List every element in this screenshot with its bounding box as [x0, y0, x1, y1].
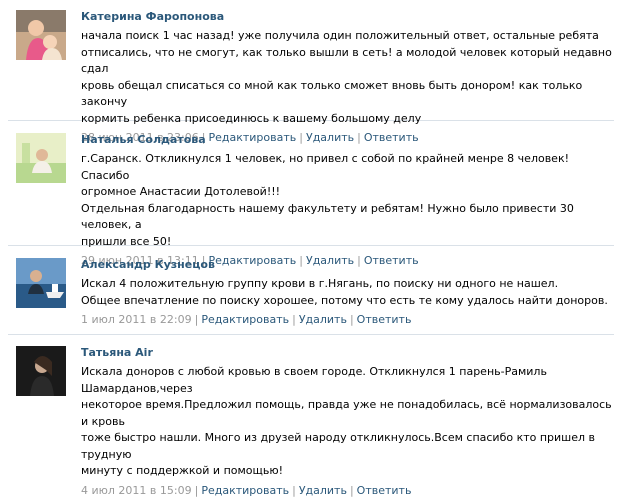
author-name[interactable]: Александр Кузнецов: [81, 258, 614, 272]
comment-date: 1 июл 2011 в 22:09: [81, 313, 192, 326]
author-name[interactable]: Татьяна Air: [81, 346, 614, 360]
avatar[interactable]: [16, 346, 66, 396]
edit-link[interactable]: Редактировать: [201, 484, 289, 497]
avatar[interactable]: [16, 133, 66, 183]
comment-text: начала поиск 1 час назад! уже получила о…: [81, 29, 612, 125]
comment-item: Наталья Солдатова г.Саранск. Откликнулся…: [8, 133, 614, 267]
comment-item: Татьяна Air Искала доноров с любой кровь…: [8, 346, 614, 497]
avatar[interactable]: [16, 10, 66, 60]
comment-body: Наталья Солдатова г.Саранск. Откликнулся…: [81, 133, 614, 268]
delete-link[interactable]: Удалить: [299, 484, 347, 497]
reply-link[interactable]: Ответить: [357, 313, 412, 326]
author-name[interactable]: Наталья Солдатова: [81, 133, 614, 147]
comment-text: г.Саранск. Откликнулся 1 человек, но при…: [81, 152, 574, 248]
comment-body: Александр Кузнецов Искал 4 положительную…: [81, 258, 614, 327]
delete-link[interactable]: Удалить: [299, 313, 347, 326]
comment-item: Катерина Фаропонова начала поиск 1 час н…: [8, 10, 614, 144]
reply-link[interactable]: Ответить: [357, 484, 412, 497]
separator: |: [194, 313, 199, 326]
comment-meta: 4 июл 2011 в 15:09 | Редактировать | Удалить…: [81, 484, 614, 498]
comments-list: Катерина Фаропонова начала поиск 1 час н…: [0, 0, 633, 497]
avatar[interactable]: [16, 258, 66, 308]
comment-item: Александр Кузнецов Искал 4 положительную…: [8, 258, 614, 335]
edit-link[interactable]: Редактировать: [201, 313, 289, 326]
comment-meta: 1 июл 2011 в 22:09 | Редактировать | Удалить…: [81, 313, 614, 327]
comment-body: Катерина Фаропонова начала поиск 1 час н…: [81, 10, 614, 145]
separator: |: [349, 483, 354, 497]
comment-body: Татьяна Air Искала доноров с любой кровь…: [81, 346, 614, 498]
separator: |: [349, 313, 354, 326]
separator: |: [292, 483, 296, 497]
separator: |: [194, 483, 199, 497]
author-name[interactable]: Катерина Фаропонова: [81, 10, 614, 24]
comment-text: Искал 4 положительную группу крови в г.Н…: [81, 277, 608, 307]
comment-text: Искала доноров с любой кровью в своем го…: [81, 365, 612, 477]
separator: |: [292, 313, 296, 326]
comment-date: 4 июл 2011 в 15:09: [81, 483, 192, 497]
